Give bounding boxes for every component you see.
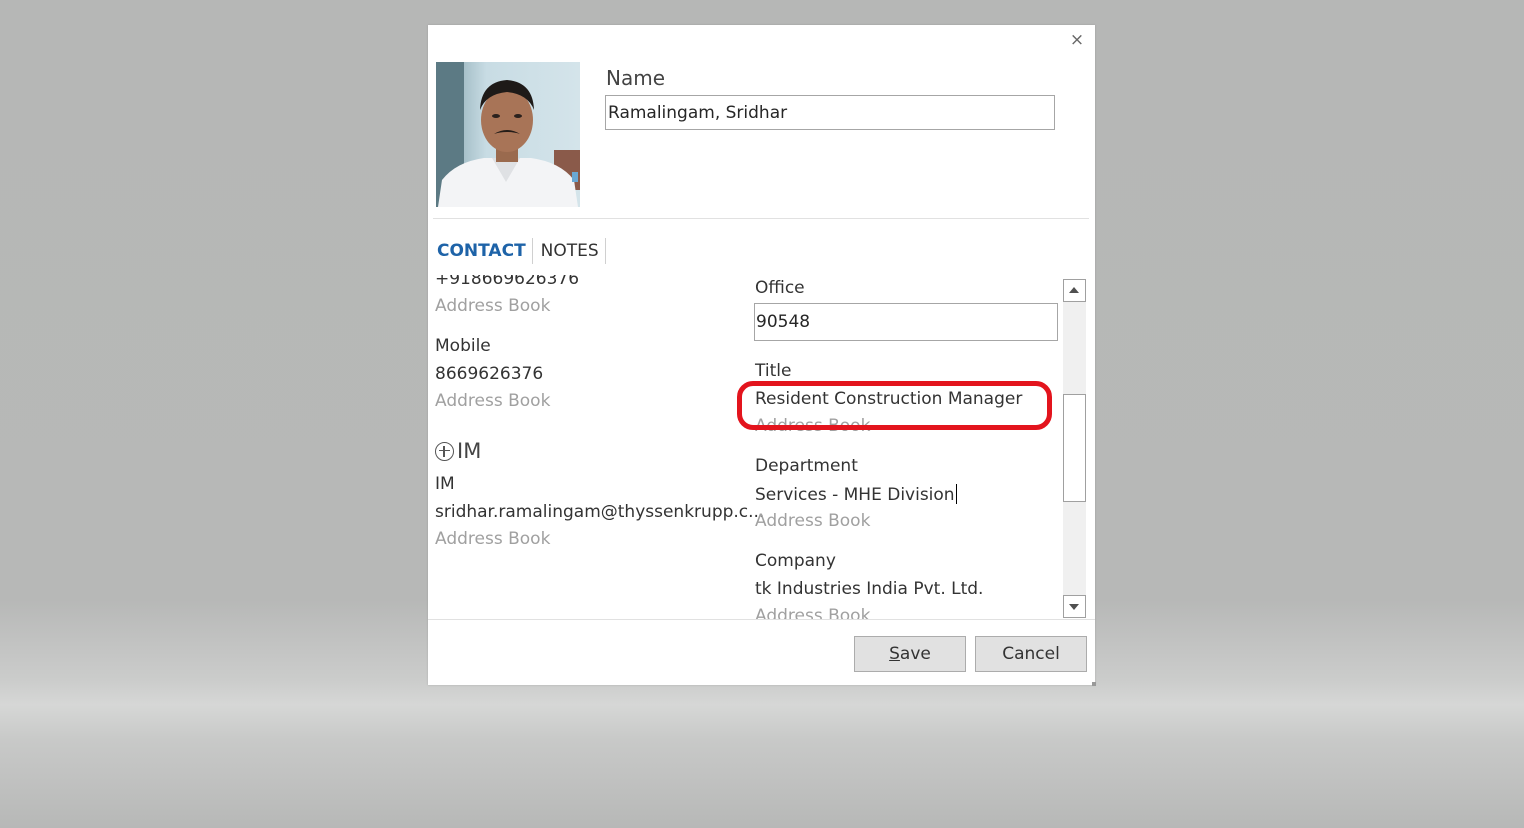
save-mnemonic: S: [889, 644, 900, 664]
title-label: Title: [755, 361, 792, 381]
scroll-down-arrow-icon[interactable]: [1063, 595, 1086, 618]
title-source: Address Book: [755, 416, 871, 436]
contact-dialog: × Name CONTACT: [428, 25, 1096, 686]
plus-circle-icon[interactable]: [435, 441, 454, 461]
add-im-button[interactable]: IM: [435, 439, 481, 463]
close-icon[interactable]: ×: [1068, 31, 1086, 49]
resize-grip[interactable]: [1092, 682, 1096, 686]
office-label: Office: [755, 278, 805, 298]
tab-notes[interactable]: NOTES: [533, 238, 606, 264]
company-source: Address Book: [755, 606, 871, 619]
cancel-button[interactable]: Cancel: [975, 636, 1087, 672]
im-source: Address Book: [435, 529, 551, 549]
contact-details-panel[interactable]: +918669626376 Address Book Mobile 866962…: [428, 275, 1095, 619]
mobile-label: Mobile: [435, 336, 491, 356]
title-value[interactable]: Resident Construction Manager: [755, 389, 1022, 409]
department-label: Department: [755, 456, 858, 476]
save-button[interactable]: Save: [854, 636, 966, 672]
mobile-value[interactable]: 8669626376: [435, 364, 543, 384]
department-field[interactable]: Services - MHE Division: [755, 484, 957, 505]
add-im-label: IM: [457, 439, 482, 463]
save-label-rest: ave: [899, 644, 931, 664]
vertical-scrollbar[interactable]: [1063, 279, 1086, 618]
scroll-thumb[interactable]: [1063, 394, 1086, 502]
text-caret: [955, 484, 957, 504]
header-divider: [433, 218, 1089, 219]
im-label: IM: [435, 474, 455, 494]
name-input[interactable]: [605, 95, 1055, 130]
office-input[interactable]: [754, 303, 1058, 341]
name-label: Name: [606, 66, 666, 90]
department-value: Services - MHE Division: [755, 485, 955, 505]
company-value[interactable]: tk Industries India Pvt. Ltd.: [755, 579, 983, 599]
person-avatar-image: [436, 62, 580, 207]
phone-value[interactable]: +918669626376: [435, 275, 579, 289]
phone-source: Address Book: [435, 296, 551, 316]
scroll-up-arrow-icon[interactable]: [1063, 279, 1086, 302]
tab-contact[interactable]: CONTACT: [436, 238, 533, 264]
im-value[interactable]: sridhar.ramalingam@thyssenkrupp.c...: [435, 502, 764, 522]
mobile-source: Address Book: [435, 391, 551, 411]
tab-bar: CONTACT NOTES: [436, 238, 606, 264]
footer-divider: [428, 619, 1095, 620]
department-source: Address Book: [755, 511, 871, 531]
company-label: Company: [755, 551, 836, 571]
contact-photo[interactable]: [436, 62, 580, 207]
